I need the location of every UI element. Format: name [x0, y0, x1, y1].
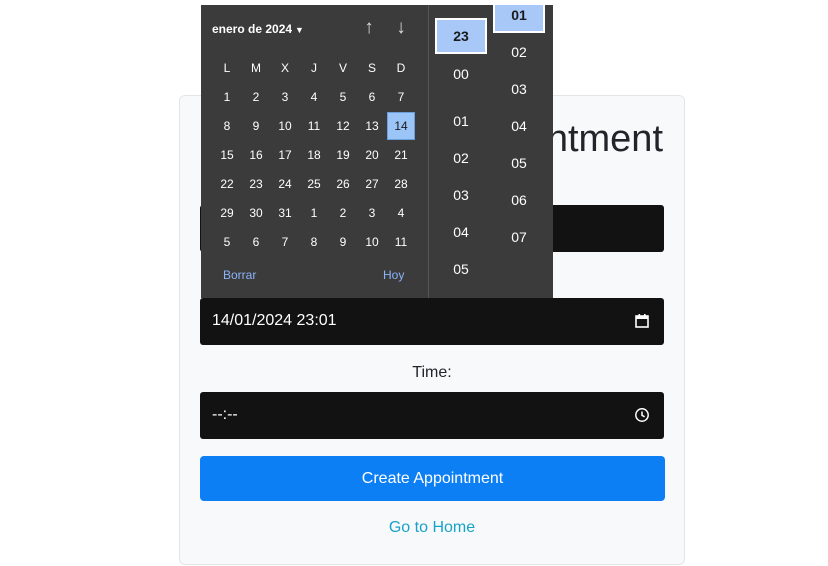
clear-button[interactable]: Borrar: [223, 268, 256, 282]
weekday-header: L: [223, 61, 231, 75]
calendar-day[interactable]: 9: [329, 228, 357, 256]
calendar-icon[interactable]: [634, 313, 650, 329]
hour-option[interactable]: 05: [435, 251, 487, 287]
hour-option[interactable]: 00: [435, 56, 487, 92]
minute-option[interactable]: 02: [493, 34, 545, 70]
weekday-header: M: [251, 61, 261, 75]
calendar-day[interactable]: 19: [329, 141, 357, 169]
calendar-panel: enero de 2024 ▼ ↑ ↓ L M X J V S D 1 2 3 4 5 6 7 8 9 10 11 1…: [201, 5, 428, 298]
calendar-day[interactable]: 11: [387, 228, 415, 256]
minute-option[interactable]: 07: [493, 219, 545, 255]
calendar-day[interactable]: 8: [300, 228, 328, 256]
hour-option-selected[interactable]: 23: [435, 18, 487, 54]
minute-option[interactable]: 05: [493, 145, 545, 181]
datetime-value: 14/01/2024 23:01: [212, 312, 337, 329]
hour-option[interactable]: 03: [435, 177, 487, 213]
calendar-day[interactable]: 15: [213, 141, 241, 169]
create-appointment-button[interactable]: Create Appointment: [200, 456, 665, 501]
calendar-day[interactable]: 6: [242, 228, 270, 256]
datetime-picker-popup: enero de 2024 ▼ ↑ ↓ L M X J V S D 1 2 3 4 5 6 7 8 9 10 11 1…: [201, 5, 553, 298]
calendar-day[interactable]: 20: [358, 141, 386, 169]
calendar-day[interactable]: 10: [358, 228, 386, 256]
hour-option[interactable]: 02: [435, 140, 487, 176]
calendar-day[interactable]: 11: [300, 112, 328, 140]
hour-option[interactable]: 01: [435, 103, 487, 139]
calendar-day[interactable]: 22: [213, 170, 241, 198]
calendar-day[interactable]: 27: [358, 170, 386, 198]
caret-down-icon: ▼: [295, 25, 304, 35]
minute-option[interactable]: 04: [493, 108, 545, 144]
calendar-day[interactable]: 3: [271, 83, 299, 111]
calendar-day[interactable]: 9: [242, 112, 270, 140]
calendar-day[interactable]: 23: [242, 170, 270, 198]
minute-option-selected[interactable]: 01: [493, 5, 545, 33]
calendar-day[interactable]: 7: [387, 83, 415, 111]
weekday-header: X: [280, 61, 289, 75]
time-value: --:--: [212, 406, 238, 423]
calendar-day[interactable]: 13: [358, 112, 386, 140]
calendar-day[interactable]: 12: [329, 112, 357, 140]
calendar-day[interactable]: 18: [300, 141, 328, 169]
calendar-day[interactable]: 6: [358, 83, 386, 111]
minute-option[interactable]: 06: [493, 182, 545, 218]
calendar-day[interactable]: 21: [387, 141, 415, 169]
calendar-day[interactable]: 4: [387, 199, 415, 227]
calendar-day[interactable]: 5: [329, 83, 357, 111]
calendar-day[interactable]: 31: [271, 199, 299, 227]
calendar-day[interactable]: 26: [329, 170, 357, 198]
calendar-day-selected[interactable]: 14: [387, 112, 415, 140]
calendar-day[interactable]: 17: [271, 141, 299, 169]
weekday-header: J: [311, 61, 317, 75]
time-field[interactable]: --:--: [200, 392, 664, 439]
go-to-home-link[interactable]: Go to Home: [200, 519, 664, 537]
calendar-day[interactable]: 25: [300, 170, 328, 198]
calendar-day[interactable]: 2: [242, 83, 270, 111]
picker-divider: [428, 5, 429, 298]
next-month-down-arrow-icon[interactable]: ↓: [390, 17, 412, 39]
weekday-header: S: [367, 61, 376, 75]
time-label: Time:: [412, 364, 452, 381]
calendar-day[interactable]: 3: [358, 199, 386, 227]
calendar-day[interactable]: 5: [213, 228, 241, 256]
calendar-day[interactable]: 30: [242, 199, 270, 227]
month-label: enero de 2024: [212, 22, 293, 36]
calendar-day[interactable]: 10: [271, 112, 299, 140]
month-selector[interactable]: enero de 2024 ▼: [212, 22, 304, 36]
calendar-day[interactable]: 8: [213, 112, 241, 140]
weekday-header: D: [396, 61, 406, 75]
today-button[interactable]: Hoy: [383, 268, 404, 282]
calendar-day[interactable]: 1: [300, 199, 328, 227]
hour-option[interactable]: 04: [435, 214, 487, 250]
calendar-day[interactable]: 4: [300, 83, 328, 111]
clock-icon[interactable]: [634, 407, 650, 423]
datetime-field[interactable]: 14/01/2024 23:01: [200, 298, 664, 345]
calendar-day[interactable]: 7: [271, 228, 299, 256]
calendar-day[interactable]: 1: [213, 83, 241, 111]
calendar-day[interactable]: 2: [329, 199, 357, 227]
calendar-day[interactable]: 16: [242, 141, 270, 169]
previous-month-up-arrow-icon[interactable]: ↑: [358, 17, 380, 39]
calendar-day[interactable]: 29: [213, 199, 241, 227]
calendar-day[interactable]: 24: [271, 170, 299, 198]
calendar-day[interactable]: 28: [387, 170, 415, 198]
weekday-header: V: [338, 61, 347, 75]
minute-option[interactable]: 03: [493, 71, 545, 107]
